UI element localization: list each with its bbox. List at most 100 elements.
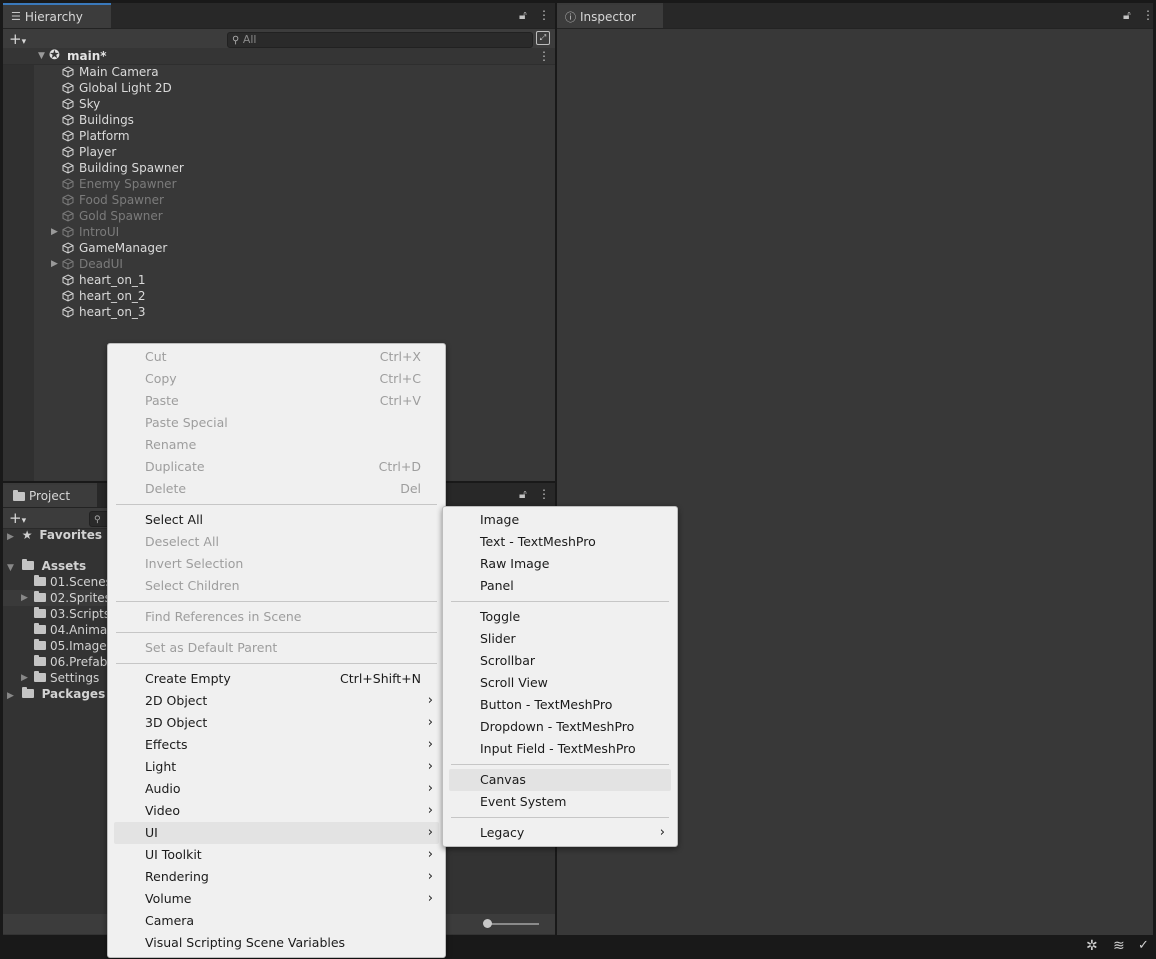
gameobject-cube-icon bbox=[62, 242, 74, 254]
asset-folder-05-image[interactable]: 05.Image bbox=[3, 638, 107, 654]
menu-item-scrollbar[interactable]: Scrollbar bbox=[449, 650, 671, 672]
menu-item-effects[interactable]: Effects › bbox=[114, 734, 439, 756]
gameobject-cube-icon bbox=[62, 66, 74, 78]
scene-more-icon[interactable]: ⋮ bbox=[538, 48, 550, 64]
submenu-arrow-icon: › bbox=[427, 847, 433, 862]
star-icon: ★ bbox=[21, 528, 33, 542]
gameobject-cube-icon bbox=[62, 82, 74, 94]
assets-row[interactable]: ▼ Assets bbox=[3, 558, 86, 574]
menu-item-panel[interactable]: Panel bbox=[449, 575, 671, 597]
menu-item-visual-scripting-scene-variables[interactable]: Visual Scripting Scene Variables bbox=[114, 932, 439, 954]
expand-arrow-icon[interactable]: ▶ bbox=[7, 532, 14, 542]
folder-label: Settings bbox=[50, 671, 100, 685]
menu-item-volume[interactable]: Volume › bbox=[114, 888, 439, 910]
asset-folder-06-prefab[interactable]: 06.Prefab bbox=[3, 654, 107, 670]
check-icon[interactable]: ✓ bbox=[1138, 938, 1149, 953]
menu-item-label: Scroll View bbox=[480, 675, 548, 690]
menu-item-input-field-textmeshpro[interactable]: Input Field - TextMeshPro bbox=[449, 738, 671, 760]
gameobject-cube-icon bbox=[62, 306, 74, 318]
asset-folder-settings[interactable]: ▶ Settings bbox=[3, 670, 107, 686]
icon-size-slider[interactable] bbox=[485, 923, 539, 925]
menu-item-ui-toolkit[interactable]: UI Toolkit › bbox=[114, 844, 439, 866]
expand-arrow-icon[interactable]: ▶ bbox=[51, 256, 58, 272]
menu-item-event-system[interactable]: Event System bbox=[449, 791, 671, 813]
menu-item-toggle[interactable]: Toggle bbox=[449, 606, 671, 628]
folder-label: 05.Image bbox=[50, 639, 107, 653]
asset-folder-04-animat[interactable]: 04.Animat bbox=[3, 622, 112, 638]
menu-item-button-textmeshpro[interactable]: Button - TextMeshPro bbox=[449, 694, 671, 716]
menu-item-select-all[interactable]: Select All bbox=[114, 509, 439, 531]
tab-inspector[interactable]: ⓘ Inspector bbox=[557, 3, 663, 28]
menu-item-copy: Copy Ctrl+C bbox=[114, 368, 439, 390]
menu-item-canvas[interactable]: Canvas bbox=[449, 769, 671, 791]
hierarchy-item-label: heart_on_2 bbox=[79, 289, 146, 303]
tab-project[interactable]: Project bbox=[3, 483, 97, 507]
favorites-row[interactable]: ▶ ★ Favorites bbox=[3, 527, 102, 543]
inspector-more-icon[interactable]: ⋮ bbox=[1142, 8, 1154, 22]
menu-item-light[interactable]: Light › bbox=[114, 756, 439, 778]
gameobject-cube-icon bbox=[62, 98, 74, 110]
expand-arrow-icon[interactable]: ▶ bbox=[21, 670, 28, 686]
asset-folder-01-scenes[interactable]: 01.Scenes bbox=[3, 574, 112, 590]
menu-separator bbox=[451, 817, 669, 818]
menu-item-video[interactable]: Video › bbox=[114, 800, 439, 822]
hierarchy-item-label: GameManager bbox=[79, 241, 168, 255]
lock-icon[interactable]: 🔓︎ bbox=[519, 8, 527, 23]
more-options-icon[interactable]: ⋮ bbox=[538, 8, 550, 22]
folder-icon bbox=[21, 687, 34, 698]
menu-item-label: Set as Default Parent bbox=[145, 640, 278, 655]
menu-item-shortcut: Del bbox=[400, 481, 421, 496]
hierarchy-search-input[interactable]: ⚲ All bbox=[227, 32, 533, 48]
submenu-arrow-icon: › bbox=[427, 803, 433, 818]
menu-item-label: Cut bbox=[145, 349, 167, 364]
menu-item-raw-image[interactable]: Raw Image bbox=[449, 553, 671, 575]
folder-icon bbox=[13, 489, 25, 501]
menu-item-label: Panel bbox=[480, 578, 514, 593]
project-lock-icon[interactable]: 🔓︎ bbox=[519, 487, 527, 502]
asset-folder-02-sprites[interactable]: ▶ 02.Sprites bbox=[3, 590, 111, 606]
menu-item-text-textmeshpro[interactable]: Text - TextMeshPro bbox=[449, 531, 671, 553]
menu-item-2d-object[interactable]: 2D Object › bbox=[114, 690, 439, 712]
menu-item-create-empty[interactable]: Create Empty Ctrl+Shift+N bbox=[114, 668, 439, 690]
menu-item-3d-object[interactable]: 3D Object › bbox=[114, 712, 439, 734]
asset-folder-03-scripts[interactable]: 03.Scripts bbox=[3, 606, 110, 622]
hierarchy-item-label: DeadUI bbox=[79, 257, 123, 271]
menu-item-camera[interactable]: Camera bbox=[114, 910, 439, 932]
expand-arrow-icon[interactable]: ▶ bbox=[21, 590, 28, 606]
menu-item-ui[interactable]: UI › bbox=[114, 822, 439, 844]
menu-item-audio[interactable]: Audio › bbox=[114, 778, 439, 800]
hierarchy-toolbar: +▾ ⚲ All ⤢ bbox=[3, 29, 555, 50]
debug-icon[interactable]: ✲ bbox=[1086, 938, 1098, 954]
menu-item-label: Paste bbox=[145, 393, 179, 408]
gameobject-cube-icon bbox=[62, 290, 74, 302]
packages-row[interactable]: ▶ Packages bbox=[3, 686, 105, 702]
scene-row[interactable]: ▼ ✪ main* ⋮ bbox=[3, 48, 555, 65]
menu-item-slider[interactable]: Slider bbox=[449, 628, 671, 650]
search-placeholder: All bbox=[242, 33, 257, 46]
search-options-icon[interactable]: ⤢ bbox=[536, 31, 550, 45]
menu-item-legacy[interactable]: Legacy › bbox=[449, 822, 671, 844]
menu-item-scroll-view[interactable]: Scroll View bbox=[449, 672, 671, 694]
menu-item-image[interactable]: Image bbox=[449, 509, 671, 531]
menu-item-label: Select All bbox=[145, 512, 204, 527]
open-folder-icon bbox=[21, 559, 34, 570]
inspector-lock-icon[interactable]: 🔓︎ bbox=[1123, 8, 1131, 23]
tab-hierarchy[interactable]: ☰ Hierarchy bbox=[3, 3, 111, 28]
collapse-arrow-icon[interactable]: ▼ bbox=[7, 563, 14, 573]
scene-name: main* bbox=[67, 49, 107, 63]
menu-item-label: Input Field - TextMeshPro bbox=[480, 741, 636, 756]
project-more-icon[interactable]: ⋮ bbox=[538, 487, 550, 501]
database-icon[interactable]: ≋ bbox=[1113, 938, 1125, 954]
slider-handle[interactable] bbox=[483, 919, 492, 928]
expand-arrow-icon[interactable]: ▼ bbox=[38, 48, 45, 64]
menu-item-dropdown-textmeshpro[interactable]: Dropdown - TextMeshPro bbox=[449, 716, 671, 738]
expand-arrow-icon[interactable]: ▶ bbox=[51, 224, 58, 240]
expand-arrow-icon[interactable]: ▶ bbox=[7, 691, 14, 701]
submenu-arrow-icon: › bbox=[659, 825, 665, 840]
menu-separator bbox=[451, 764, 669, 765]
packages-label: Packages bbox=[41, 687, 106, 701]
gameobject-cube-icon bbox=[62, 130, 74, 142]
submenu-arrow-icon: › bbox=[427, 891, 433, 906]
menu-separator bbox=[116, 504, 437, 505]
menu-item-rendering[interactable]: Rendering › bbox=[114, 866, 439, 888]
